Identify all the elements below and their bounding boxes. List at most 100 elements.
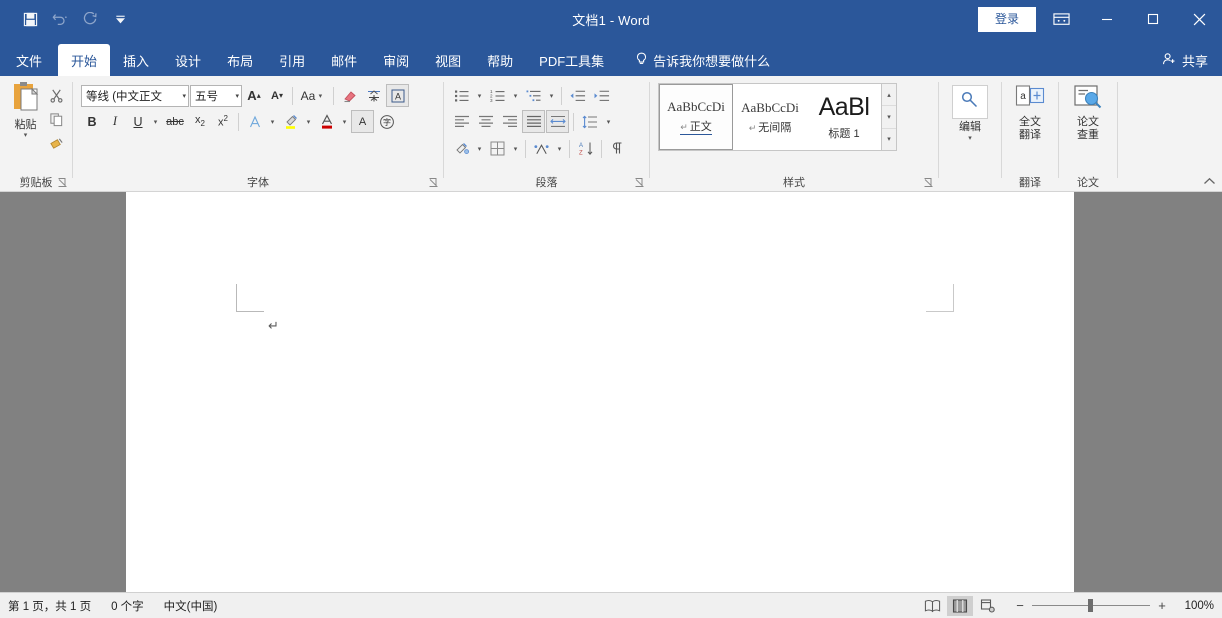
highlight-dropdown-icon[interactable]: ▾ [303,111,314,133]
language-indicator[interactable]: 中文(中国) [164,598,218,614]
document-page[interactable]: ↵ [126,192,1074,592]
bold-icon[interactable]: B [81,111,103,133]
align-right-icon[interactable] [498,110,521,133]
paragraph-dialog-launcher-icon[interactable] [634,177,645,188]
undo-icon[interactable] [46,6,74,32]
redo-icon[interactable] [76,6,104,32]
tab-review[interactable]: 审阅 [370,44,422,76]
bullets-dropdown-icon[interactable]: ▾ [474,85,485,107]
multilevel-dropdown-icon[interactable]: ▾ [546,85,557,107]
text-highlight-icon[interactable] [279,110,302,133]
paste-button[interactable]: 粘贴 ▾ [6,81,45,140]
tell-me-search[interactable]: 告诉我你想要做什么 [625,44,780,76]
shading-icon[interactable] [450,137,473,160]
grow-font-icon[interactable]: A ▴ [243,85,265,107]
zoom-control[interactable]: − + 100% [1015,598,1214,613]
tab-help[interactable]: 帮助 [474,44,526,76]
full-text-translate-button[interactable]: a 全文 翻译 [1007,81,1053,142]
minimize-icon[interactable] [1084,0,1130,38]
underline-dropdown-icon[interactable]: ▾ [150,111,161,133]
collapse-ribbon-icon[interactable] [1203,177,1216,189]
numbering-icon[interactable]: 1 2 3 [486,84,509,107]
font-dialog-launcher-icon[interactable] [428,177,439,188]
decrease-indent-icon[interactable] [566,84,589,107]
line-spacing-icon[interactable] [578,111,602,133]
style-card-normal[interactable]: AaBbCcDi ↵ 正文 [659,84,733,150]
tab-mailings[interactable]: 邮件 [318,44,370,76]
superscript-icon[interactable]: x2 [212,111,234,133]
italic-icon[interactable]: I [104,111,126,133]
change-case-icon[interactable]: Aa ▾ [297,85,329,107]
phonetic-guide-icon[interactable] [362,84,385,107]
gallery-more-icon[interactable]: ▾ [882,128,896,150]
distribute-icon[interactable] [546,110,569,133]
save-icon[interactable] [16,6,44,32]
web-layout-icon[interactable] [975,596,1001,616]
clear-formatting-icon[interactable] [338,84,361,107]
style-card-no-spacing[interactable]: AaBbCcDi ↵ 无间隔 [733,84,807,150]
font-size-combo[interactable]: 五号 ▾ [190,84,242,107]
shrink-font-icon[interactable]: A ▾ [266,85,288,107]
tab-layout[interactable]: 布局 [214,44,266,76]
character-shading-icon[interactable]: A [351,110,374,133]
word-count[interactable]: 0 个字 [111,598,144,614]
character-border-icon[interactable]: A [386,84,409,107]
line-spacing-dropdown-icon[interactable]: ▾ [603,111,614,133]
bullets-icon[interactable] [450,84,473,107]
zoom-in-button[interactable]: + [1157,598,1167,613]
asian-layout-icon[interactable] [530,137,553,160]
tab-home[interactable]: 开始 [58,44,111,76]
editing-button[interactable]: 编辑 ▾ [944,82,996,142]
font-color-icon[interactable] [315,110,338,133]
customize-quick-access-icon[interactable] [106,6,134,32]
tab-references[interactable]: 引用 [266,44,318,76]
document-area[interactable]: ↵ [0,192,1222,592]
text-effects-dropdown-icon[interactable]: ▾ [267,111,278,133]
cut-icon[interactable] [45,84,68,107]
asian-layout-dropdown-icon[interactable]: ▾ [554,138,565,160]
enclose-characters-icon[interactable]: 字 [375,110,398,133]
font-color-dropdown-icon[interactable]: ▾ [339,111,350,133]
maximize-icon[interactable] [1130,0,1176,38]
style-card-heading-1[interactable]: AaBl 标题 1 [807,84,881,150]
align-left-icon[interactable] [450,110,473,133]
page-indicator[interactable]: 第 1 页，共 1 页 [8,598,91,614]
zoom-slider-thumb[interactable] [1088,599,1093,612]
sort-icon[interactable]: A Z [574,137,597,160]
zoom-level-label[interactable]: 100% [1180,600,1214,612]
increase-indent-icon[interactable] [590,84,613,107]
gallery-scroll-down-icon[interactable]: ▾ [882,106,896,129]
shading-dropdown-icon[interactable]: ▾ [474,138,485,160]
styles-dialog-launcher-icon[interactable] [923,177,934,188]
copy-icon[interactable] [45,108,68,131]
format-painter-icon[interactable] [45,132,68,155]
strikethrough-icon[interactable]: abc [162,111,188,133]
close-icon[interactable] [1176,0,1222,38]
zoom-out-button[interactable]: − [1015,598,1025,613]
ribbon-display-options-icon[interactable] [1046,7,1076,31]
borders-icon[interactable] [486,137,509,160]
share-button[interactable]: 共享 [1162,51,1208,70]
sign-in-button[interactable]: 登录 [977,6,1036,32]
tab-file[interactable]: 文件 [0,44,58,76]
underline-icon[interactable]: U [127,111,149,133]
show-marks-icon[interactable] [606,137,629,160]
font-name-combo[interactable]: 等线 (中文正文 ▾ [81,84,189,107]
clipboard-dialog-launcher-icon[interactable] [57,177,68,188]
align-center-icon[interactable] [474,110,497,133]
print-layout-icon[interactable] [947,595,973,616]
read-mode-icon[interactable] [919,596,945,616]
zoom-slider[interactable] [1032,599,1150,612]
tab-insert[interactable]: 插入 [110,44,162,76]
gallery-scroll-up-icon[interactable]: ▴ [882,84,896,107]
multilevel-list-icon[interactable] [522,84,545,107]
plagiarism-check-button[interactable]: 论文 查重 [1064,81,1112,142]
subscript-icon[interactable]: x2 [189,111,211,133]
numbering-dropdown-icon[interactable]: ▾ [510,85,521,107]
tab-design[interactable]: 设计 [162,44,214,76]
tab-view[interactable]: 视图 [422,44,474,76]
borders-dropdown-icon[interactable]: ▾ [510,138,521,160]
text-effects-icon[interactable] [243,110,266,133]
justify-icon[interactable] [522,110,545,133]
tab-pdf-toolkit[interactable]: PDF工具集 [526,44,617,76]
